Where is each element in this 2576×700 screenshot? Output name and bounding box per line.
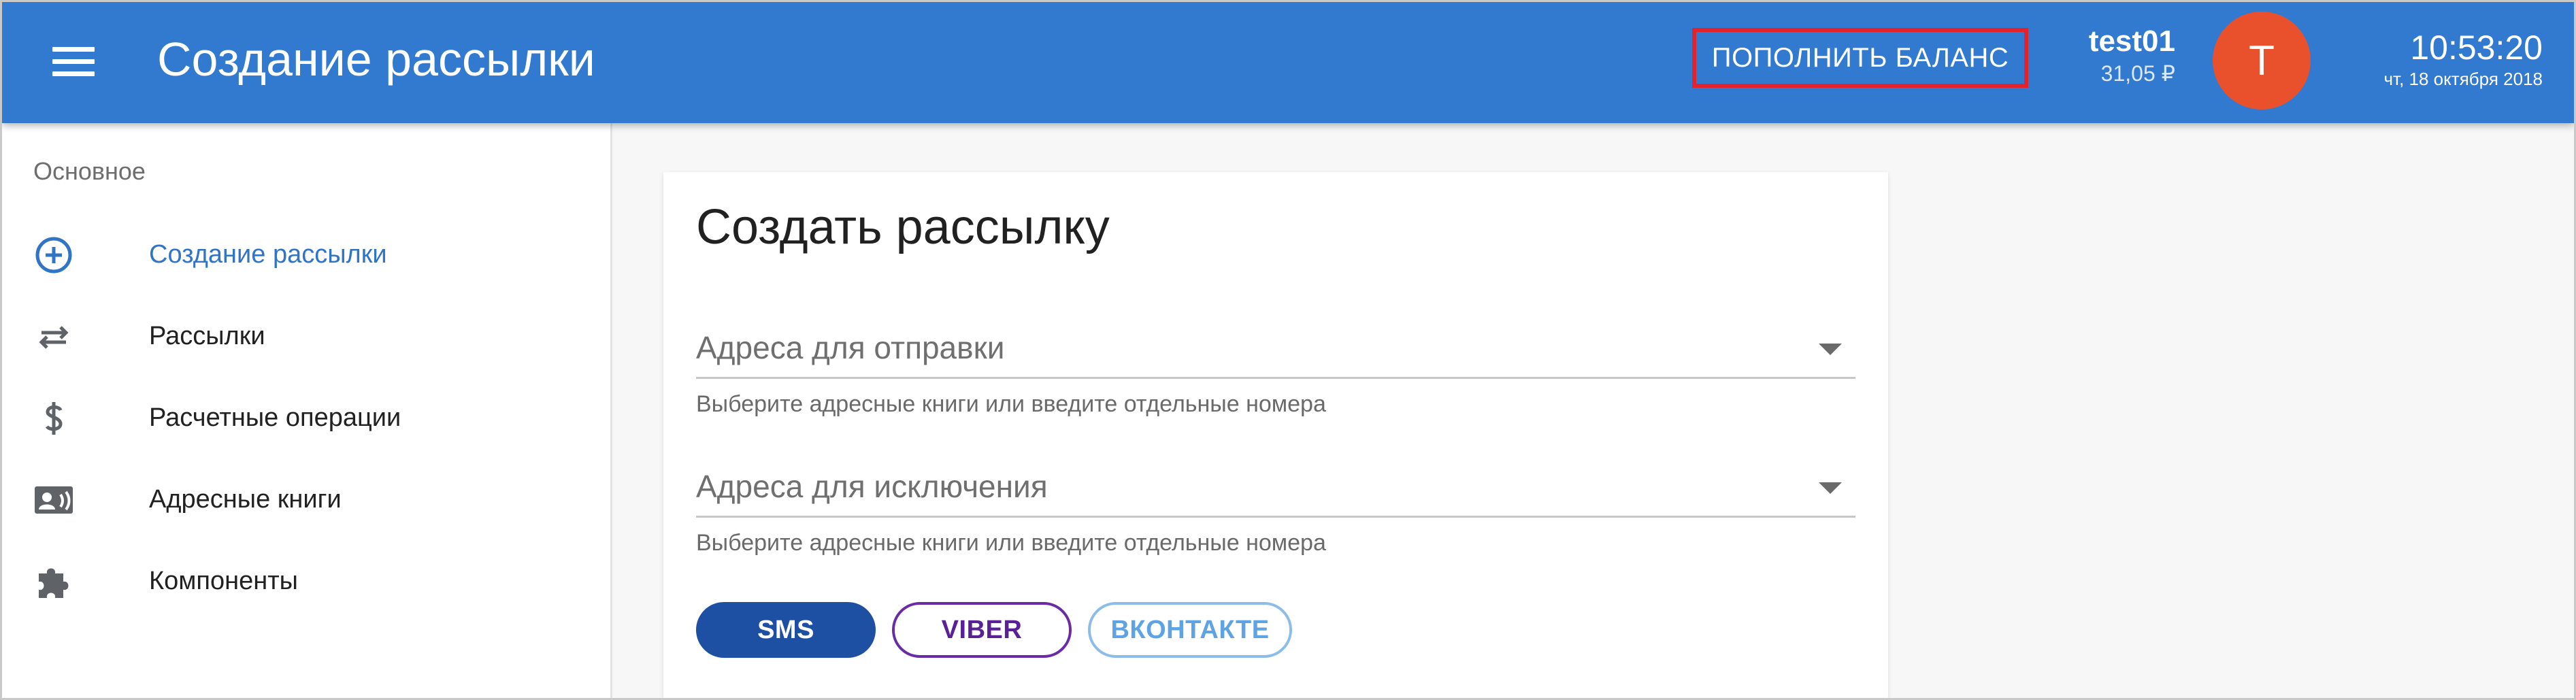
- card-title: Создать рассылку: [696, 200, 1110, 254]
- balance: 31,05 ₽: [2100, 61, 2175, 86]
- channel-viber-chip[interactable]: VIBER: [892, 602, 1072, 658]
- send-addresses-select[interactable]: Адреса для отправки: [696, 311, 1855, 379]
- select-label: Адреса для отправки: [696, 330, 1005, 365]
- exclude-addresses-select[interactable]: Адреса для исключения: [696, 450, 1855, 518]
- sidebar-item-label: Рассылки: [149, 322, 265, 350]
- select-label: Адреса для исключения: [696, 469, 1048, 504]
- sidebar-item-mailings[interactable]: Рассылки: [2, 301, 610, 369]
- puzzle-icon: [39, 568, 69, 598]
- sidebar-item-label: Компоненты: [149, 567, 298, 595]
- field-hint: Выберите адресные книги или введите отде…: [696, 391, 1326, 417]
- caret-down-icon: [1819, 344, 1842, 355]
- avatar[interactable]: T: [2213, 12, 2311, 110]
- swap-arrows-icon: [39, 326, 69, 349]
- user-info: test01 31,05 ₽: [2089, 24, 2175, 88]
- username: test01: [2088, 24, 2175, 58]
- create-mailing-card: Создать рассылку Адреса для отправки Выб…: [663, 172, 1888, 698]
- menu-icon[interactable]: [52, 47, 95, 77]
- dollar-icon: [45, 402, 63, 435]
- topup-balance-button[interactable]: ПОПОЛНИТЬ БАЛАНС: [1692, 28, 2028, 88]
- page-title: Создание рассылки: [157, 33, 595, 86]
- add-circle-icon: [35, 237, 72, 273]
- sidebar-item-label: Создание рассылки: [149, 240, 387, 269]
- caret-down-icon: [1819, 482, 1842, 494]
- channel-sms-chip[interactable]: SMS: [696, 602, 876, 658]
- sidebar-item-billing[interactable]: Расчетные операции: [2, 383, 610, 451]
- sidebar: Основное Создание рассылки Рассылки Расч…: [2, 123, 612, 698]
- app-bar: Создание рассылки ПОПОЛНИТЬ БАЛАНС test0…: [2, 2, 2574, 123]
- clock: 10:53:20 чт, 18 октября 2018: [2384, 28, 2543, 90]
- sidebar-item-components[interactable]: Компоненты: [2, 546, 610, 614]
- contact-card-icon: [35, 486, 73, 514]
- sidebar-item-address-books[interactable]: Адресные книги: [2, 465, 610, 533]
- clock-date: чт, 18 октября 2018: [2383, 69, 2543, 89]
- field-hint: Выберите адресные книги или введите отде…: [696, 530, 1326, 556]
- sidebar-section-title: Основное: [33, 157, 146, 185]
- sidebar-item-label: Адресные книги: [149, 485, 342, 514]
- sidebar-item-create-mailing[interactable]: Создание рассылки: [2, 220, 610, 288]
- sidebar-item-label: Расчетные операции: [149, 403, 401, 432]
- clock-time: 10:53:20: [2410, 29, 2543, 67]
- channel-vk-chip[interactable]: ВКОНТАКТЕ: [1088, 602, 1292, 658]
- app-window: Создание рассылки ПОПОЛНИТЬ БАЛАНС test0…: [0, 0, 2576, 700]
